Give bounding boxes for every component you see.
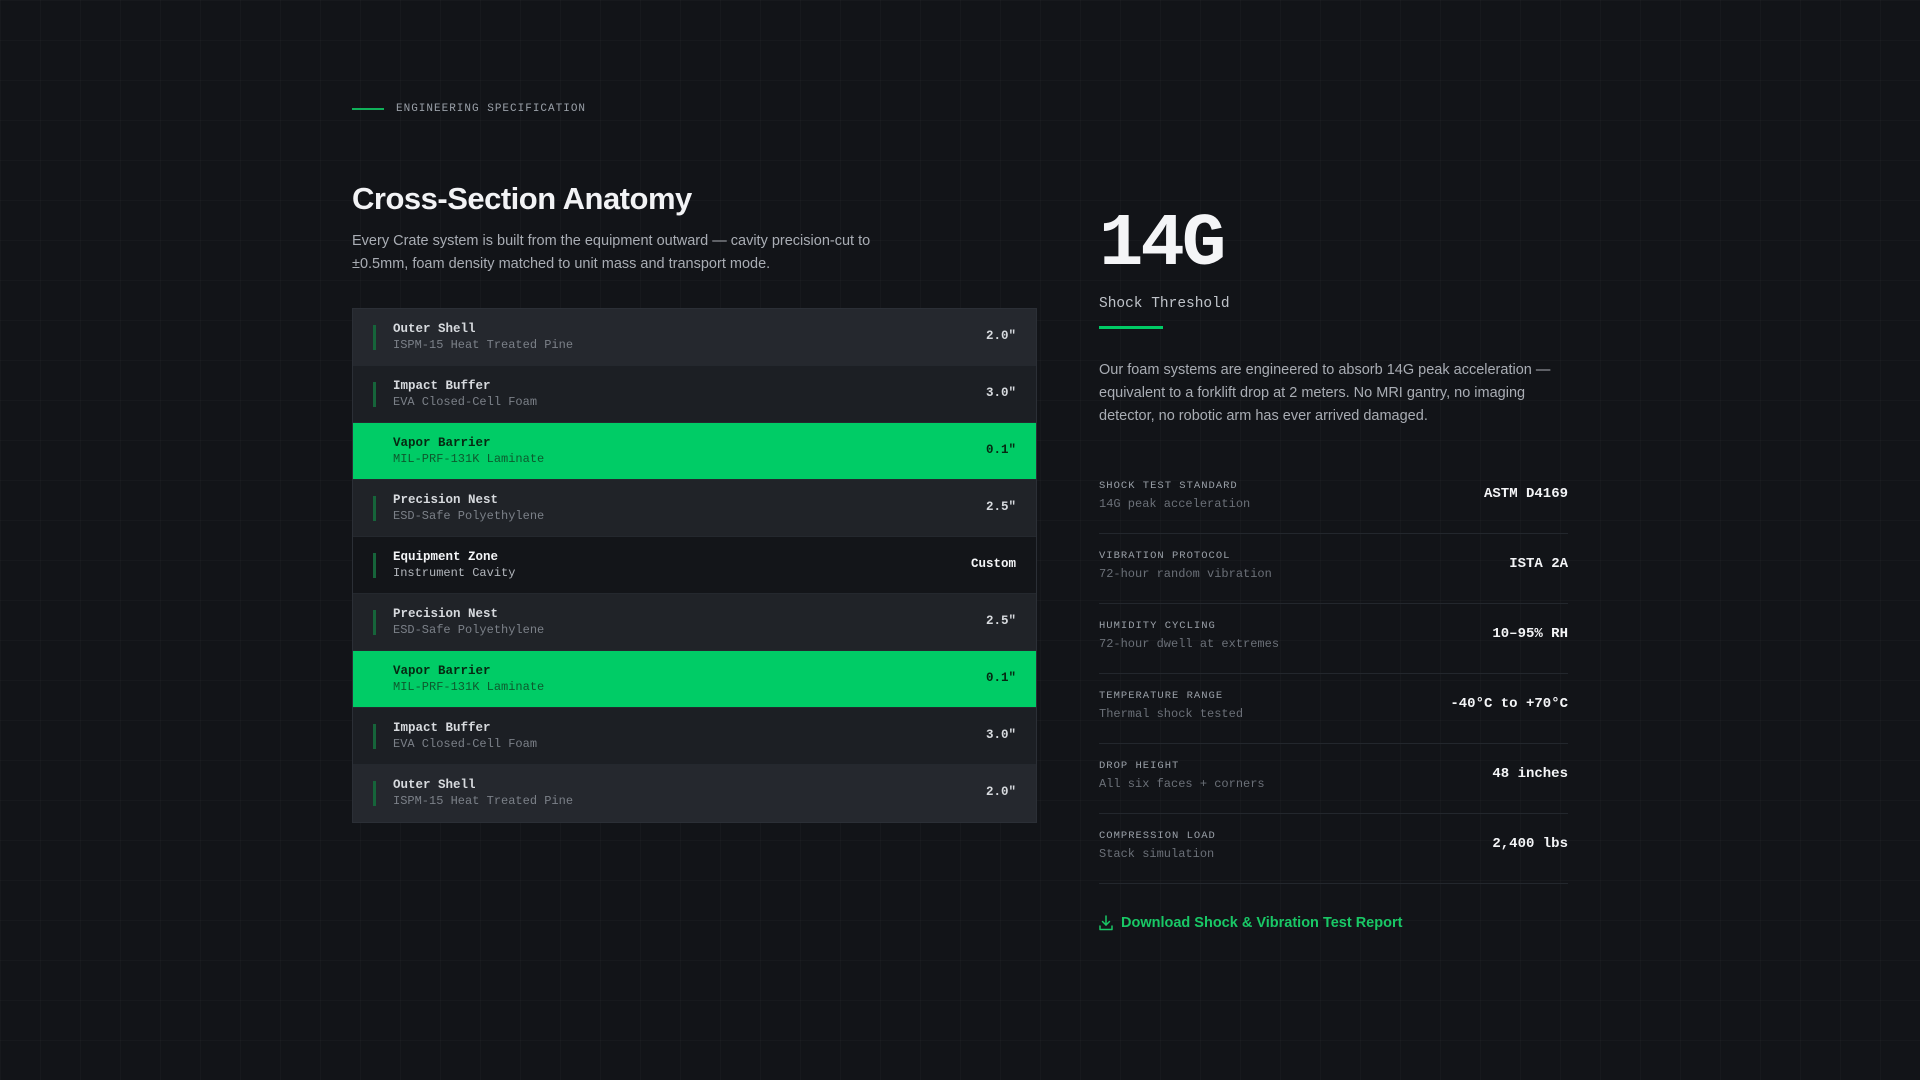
- download-icon: [1099, 915, 1113, 931]
- layer-name: Vapor Barrier: [393, 436, 491, 450]
- layer-thickness: 2.5": [985, 614, 1016, 628]
- shock-description: Our foam systems are engineered to absor…: [1099, 362, 1551, 424]
- layer-material: Instrument Cavity: [393, 566, 516, 580]
- spec-label: COMPRESSION LOAD: [1099, 830, 1216, 842]
- layer-indicator: [373, 325, 376, 350]
- layer-indicator: [373, 496, 376, 521]
- layer-indicator: [373, 724, 376, 749]
- spec-sublabel: 14G peak acceleration: [1099, 497, 1251, 511]
- spec-label: HUMIDITY CYCLING: [1099, 620, 1216, 632]
- layer-material: ISPM-15 Heat Treated Pine: [393, 794, 574, 808]
- accent-divider: [1099, 326, 1163, 329]
- spec-value: 10–95% RH: [1492, 626, 1568, 642]
- shock-threshold-value: 14G: [1099, 203, 1226, 287]
- section-eyebrow: ENGINEERING SPECIFICATION: [352, 103, 586, 115]
- spec-label: TEMPERATURE RANGE: [1099, 690, 1224, 702]
- spec-sublabel: Stack simulation: [1099, 847, 1215, 861]
- spec-row: COMPRESSION LOAD Stack simulation 2,400 …: [1099, 814, 1568, 884]
- layer-name: Equipment Zone: [393, 550, 499, 564]
- section-title: Cross-Section Anatomy: [352, 181, 692, 216]
- shock-threshold-label: Shock Threshold: [1099, 296, 1230, 312]
- layer-indicator: [373, 610, 376, 635]
- layer-name: Outer Shell: [393, 778, 476, 792]
- layer-name: Precision Nest: [393, 607, 499, 621]
- layer-material: EVA Closed-Cell Foam: [393, 737, 538, 751]
- layer-name: Impact Buffer: [393, 379, 491, 393]
- layer-material: ESD-Safe Polyethylene: [393, 623, 545, 637]
- layer-row[interactable]: Equipment Zone Instrument Cavity Custom: [353, 537, 1036, 594]
- spec-sublabel: 72-hour random vibration: [1099, 567, 1272, 581]
- download-report-label: Download Shock & Vibration Test Report: [1121, 915, 1403, 931]
- spec-value: -40°C to +70°C: [1450, 696, 1568, 712]
- spec-label: VIBRATION PROTOCOL: [1099, 550, 1231, 562]
- spec-row: DROP HEIGHT All six faces + corners 48 i…: [1099, 744, 1568, 814]
- spec-list: SHOCK TEST STANDARD 14G peak acceleratio…: [1099, 464, 1568, 884]
- spec-row: VIBRATION PROTOCOL 72-hour random vibrat…: [1099, 534, 1568, 604]
- layer-thickness: Custom: [970, 557, 1016, 571]
- layer-material: MIL-PRF-131K Laminate: [393, 452, 545, 466]
- download-report-link[interactable]: Download Shock & Vibration Test Report: [1099, 915, 1402, 931]
- layer-indicator: [373, 553, 376, 578]
- spec-sublabel: All six faces + corners: [1099, 777, 1265, 791]
- layer-thickness: 2.5": [985, 500, 1016, 514]
- layer-thickness: 3.0": [985, 386, 1016, 400]
- spec-sublabel: Thermal shock tested: [1099, 707, 1244, 721]
- eyebrow-text: ENGINEERING SPECIFICATION: [396, 103, 587, 115]
- layer-row[interactable]: Outer Shell ISPM-15 Heat Treated Pine 2.…: [353, 765, 1036, 822]
- layer-material: EVA Closed-Cell Foam: [393, 395, 538, 409]
- spec-value: 48 inches: [1492, 766, 1568, 782]
- layer-name: Precision Nest: [393, 493, 499, 507]
- shock-spec-panel: 14G Shock Threshold Our foam systems are…: [1099, 203, 1568, 931]
- layer-material: MIL-PRF-131K Laminate: [393, 680, 545, 694]
- layer-row[interactable]: Outer Shell ISPM-15 Heat Treated Pine 2.…: [353, 309, 1036, 366]
- layer-thickness: 0.1": [985, 443, 1016, 457]
- layer-material: ESD-Safe Polyethylene: [393, 509, 545, 523]
- layer-indicator: [373, 439, 376, 464]
- spec-value: 2,400 lbs: [1492, 836, 1568, 852]
- section-intro: Every Crate system is built from the equ…: [352, 233, 871, 272]
- spec-label: DROP HEIGHT: [1099, 760, 1180, 772]
- layer-thickness: 2.0": [985, 329, 1016, 343]
- layer-row[interactable]: Impact Buffer EVA Closed-Cell Foam 3.0": [353, 366, 1036, 423]
- layer-indicator: [373, 781, 376, 806]
- layer-name: Impact Buffer: [393, 721, 491, 735]
- layer-row[interactable]: Vapor Barrier MIL-PRF-131K Laminate 0.1": [353, 423, 1036, 480]
- layer-thickness: 2.0": [985, 785, 1016, 799]
- layer-row[interactable]: Impact Buffer EVA Closed-Cell Foam 3.0": [353, 708, 1036, 765]
- spec-row: HUMIDITY CYCLING 72-hour dwell at extrem…: [1099, 604, 1568, 674]
- layer-name: Outer Shell: [393, 322, 476, 336]
- layer-thickness: 3.0": [985, 728, 1016, 742]
- spec-value: ISTA 2A: [1509, 556, 1568, 572]
- layer-row[interactable]: Vapor Barrier MIL-PRF-131K Laminate 0.1": [353, 651, 1036, 708]
- spec-label: SHOCK TEST STANDARD: [1099, 480, 1238, 492]
- layer-row[interactable]: Precision Nest ESD-Safe Polyethylene 2.5…: [353, 594, 1036, 651]
- eyebrow-line: [352, 108, 384, 110]
- layer-indicator: [373, 667, 376, 692]
- layer-thickness: 0.1": [985, 671, 1016, 685]
- spec-row: TEMPERATURE RANGE Thermal shock tested -…: [1099, 674, 1568, 744]
- spec-value: ASTM D4169: [1483, 486, 1568, 502]
- layer-name: Vapor Barrier: [393, 664, 491, 678]
- layer-row[interactable]: Precision Nest ESD-Safe Polyethylene 2.5…: [353, 480, 1036, 537]
- spec-sublabel: 72-hour dwell at extremes: [1099, 637, 1280, 651]
- layer-indicator: [373, 382, 376, 407]
- cross-section-panel: Cross-Section Anatomy Every Crate system…: [352, 178, 1037, 823]
- spec-row: SHOCK TEST STANDARD 14G peak acceleratio…: [1099, 464, 1568, 534]
- layer-stack: Outer Shell ISPM-15 Heat Treated Pine 2.…: [352, 308, 1037, 823]
- layer-material: ISPM-15 Heat Treated Pine: [393, 338, 574, 352]
